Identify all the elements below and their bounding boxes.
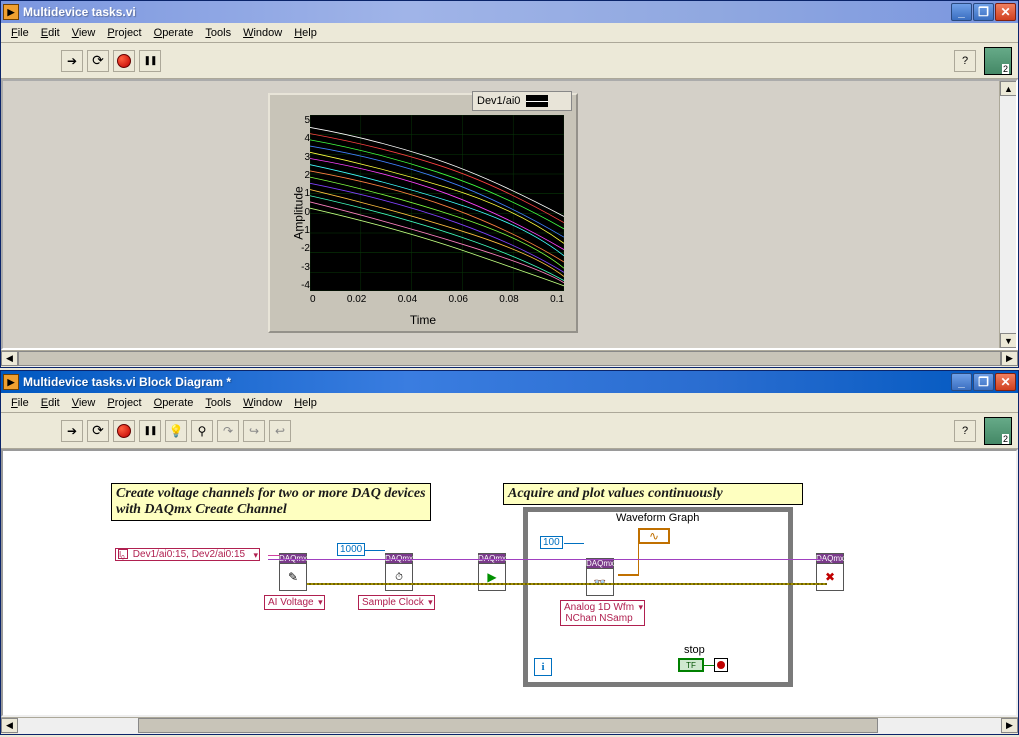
vi-icon[interactable] — [984, 47, 1012, 75]
pause-button[interactable] — [139, 50, 161, 72]
menu-tools[interactable]: Tools — [199, 395, 237, 411]
vi-file-icon: ▶ — [3, 374, 19, 390]
menu-help[interactable]: Help — [288, 25, 323, 41]
wire-task — [268, 559, 823, 560]
vi-file-icon: ▶ — [3, 4, 19, 20]
daqmx-start-node[interactable]: DAQmx ▶ — [478, 563, 506, 591]
wire — [638, 536, 639, 576]
horizontal-scrollbar-front[interactable]: ◀ ▶ — [1, 350, 1018, 367]
front-panel-area[interactable]: ▲ ▼ Dev1/ai0 — [1, 79, 1018, 350]
step-into-button[interactable] — [217, 420, 239, 442]
run-button[interactable] — [61, 420, 83, 442]
wire — [704, 665, 714, 666]
titlebar-block[interactable]: ▶ Multidevice tasks.vi Block Diagram * _… — [1, 371, 1018, 393]
retain-wire-values-button[interactable] — [191, 420, 213, 442]
rate-constant[interactable]: 1000 — [337, 543, 365, 556]
loop-condition-icon[interactable] — [714, 658, 728, 672]
block-diagram-window: ▶ Multidevice tasks.vi Block Diagram * _… — [0, 370, 1019, 735]
vi-icon[interactable] — [984, 417, 1012, 445]
scroll-right-icon[interactable]: ▶ — [1001, 351, 1018, 366]
menu-operate[interactable]: Operate — [148, 25, 200, 41]
daqmx-timing-node[interactable]: DAQmx ⏱ — [385, 563, 413, 591]
daqmx-create-channel-node[interactable]: DAQmx ✎ — [279, 563, 307, 591]
create-channel-poly-selector[interactable]: AI Voltage — [264, 595, 325, 610]
menu-help[interactable]: Help — [288, 395, 323, 411]
stop-terminal[interactable]: TF — [678, 658, 704, 672]
x-axis-label: Time — [410, 313, 436, 327]
window-title: Multidevice tasks.vi — [23, 5, 951, 19]
step-out-button[interactable] — [269, 420, 291, 442]
menu-edit[interactable]: Edit — [35, 25, 66, 41]
legend-label: Dev1/ai0 — [477, 95, 520, 107]
legend-swatch-icon — [526, 95, 548, 107]
menu-edit[interactable]: Edit — [35, 395, 66, 411]
menu-file[interactable]: File — [5, 395, 35, 411]
wire-num — [365, 550, 385, 551]
context-help-button[interactable]: ? — [954, 50, 976, 72]
menu-view[interactable]: View — [66, 25, 102, 41]
menubar-block: File Edit View Project Operate Tools Win… — [1, 393, 1018, 413]
toolbar-front: ? — [1, 43, 1018, 79]
run-continuous-button[interactable] — [87, 420, 109, 442]
x-axis-ticks: 00.02 0.040.06 0.080.1 — [310, 294, 564, 305]
waveform-graph-terminal[interactable] — [638, 528, 670, 544]
toolbar-block: ? — [1, 413, 1018, 449]
menu-view[interactable]: View — [66, 395, 102, 411]
scroll-up-icon[interactable]: ▲ — [1000, 81, 1017, 96]
minimize-button[interactable]: _ — [951, 373, 972, 391]
maximize-button[interactable]: ❐ — [973, 373, 994, 391]
menu-tools[interactable]: Tools — [199, 25, 237, 41]
step-over-button[interactable] — [243, 420, 265, 442]
timing-poly-selector[interactable]: Sample Clock — [358, 595, 435, 610]
scroll-right-icon[interactable]: ▶ — [1001, 718, 1018, 733]
wire — [618, 574, 638, 576]
wire-error — [307, 583, 827, 585]
block-diagram-area[interactable]: Create voltage channels for two or more … — [1, 449, 1018, 717]
waveform-graph[interactable]: Dev1/ai0 — [268, 93, 578, 333]
run-continuous-button[interactable] — [87, 50, 109, 72]
plot-legend[interactable]: Dev1/ai0 — [472, 91, 572, 111]
read-poly-selector[interactable]: Analog 1D WfmNChan NSamp — [560, 600, 645, 626]
iteration-terminal-icon: i — [534, 658, 552, 676]
y-axis-label: Amplitude — [292, 186, 306, 239]
stop-label: stop — [684, 644, 705, 656]
window-title: Multidevice tasks.vi Block Diagram * — [23, 375, 951, 389]
scroll-left-icon[interactable]: ◀ — [1, 351, 18, 366]
pause-button[interactable] — [139, 420, 161, 442]
minimize-button[interactable]: _ — [951, 3, 972, 21]
comment-acquire[interactable]: Acquire and plot values continuously — [503, 483, 803, 505]
while-loop[interactable]: 100 DAQmx 👓 Analog 1D WfmNChan NSamp Wav… — [523, 507, 793, 687]
menu-project[interactable]: Project — [101, 25, 147, 41]
abort-button[interactable] — [113, 420, 135, 442]
close-button[interactable]: ✕ — [995, 373, 1016, 391]
highlight-execution-button[interactable] — [165, 420, 187, 442]
physical-channels-constant[interactable]: I0 Dev1/ai0:15, Dev2/ai0:15 ▾ — [115, 548, 260, 561]
scroll-down-icon[interactable]: ▼ — [1000, 333, 1017, 348]
menu-file[interactable]: File — [5, 25, 35, 41]
wire-string — [268, 555, 280, 556]
menu-project[interactable]: Project — [101, 395, 147, 411]
daqmx-clear-node[interactable]: DAQmx ✖ — [816, 563, 844, 591]
menu-window[interactable]: Window — [237, 25, 288, 41]
plot-area — [310, 115, 564, 291]
run-button[interactable] — [61, 50, 83, 72]
comment-create-channel[interactable]: Create voltage channels for two or more … — [111, 483, 431, 521]
horizontal-scrollbar-block[interactable]: ◀ ▶ — [1, 717, 1018, 734]
waveform-graph-label: Waveform Graph — [616, 512, 699, 524]
context-help-button[interactable]: ? — [954, 420, 976, 442]
scroll-left-icon[interactable]: ◀ — [1, 718, 18, 733]
titlebar-front[interactable]: ▶ Multidevice tasks.vi _ ❐ ✕ — [1, 1, 1018, 23]
daqmx-read-node[interactable]: DAQmx 👓 — [586, 568, 614, 596]
menu-window[interactable]: Window — [237, 395, 288, 411]
vertical-scrollbar[interactable]: ▲ ▼ — [999, 81, 1016, 348]
wire — [564, 543, 584, 544]
samples-constant[interactable]: 100 — [540, 536, 563, 549]
close-button[interactable]: ✕ — [995, 3, 1016, 21]
front-panel-window: ▶ Multidevice tasks.vi _ ❐ ✕ File Edit V… — [0, 0, 1019, 368]
menubar-front: File Edit View Project Operate Tools Win… — [1, 23, 1018, 43]
menu-operate[interactable]: Operate — [148, 395, 200, 411]
abort-button[interactable] — [113, 50, 135, 72]
maximize-button[interactable]: ❐ — [973, 3, 994, 21]
